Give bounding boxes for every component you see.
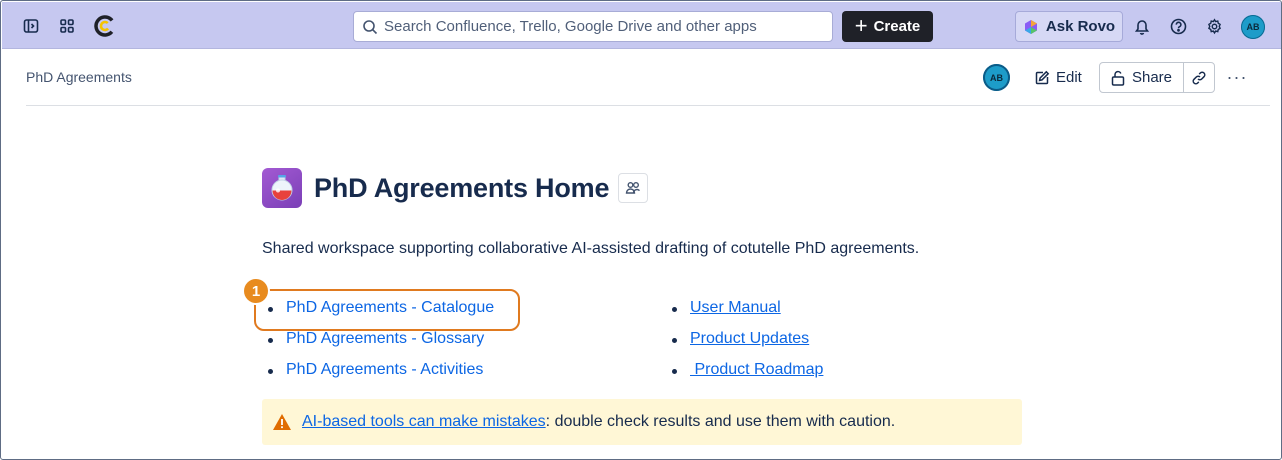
- top-navigation: + Create Ask Rovo AB: [2, 2, 1281, 49]
- help-icon[interactable]: [1165, 13, 1191, 39]
- sidebar-toggle-icon[interactable]: [18, 13, 44, 39]
- warning-panel: AI-based tools can make mistakes : doubl…: [262, 399, 1022, 445]
- edit-button[interactable]: Edit: [1028, 63, 1090, 92]
- link-icon: [1191, 70, 1207, 86]
- ask-rovo-button[interactable]: Ask Rovo: [1015, 11, 1123, 42]
- collaborator-avatar[interactable]: AB: [983, 64, 1010, 91]
- app-switcher-icon[interactable]: [54, 13, 80, 39]
- page-intro-text: Shared workspace supporting collaborativ…: [262, 240, 920, 257]
- product-updates-link[interactable]: Product Updates: [690, 330, 809, 347]
- ask-rovo-label: Ask Rovo: [1045, 18, 1116, 35]
- pencil-icon: [1034, 70, 1050, 86]
- user-manual-link[interactable]: User Manual: [690, 299, 781, 316]
- page-title: PhD Agreements Home: [314, 172, 610, 203]
- search-box[interactable]: [353, 11, 833, 42]
- page-title-row: PhD Agreements Home: [262, 168, 649, 208]
- user-avatar[interactable]: AB: [1241, 15, 1265, 39]
- list-item: Product Updates: [666, 330, 823, 361]
- people-icon: [625, 180, 641, 196]
- header-divider: [26, 105, 1270, 106]
- glossary-link[interactable]: PhD Agreements - Glossary: [286, 330, 484, 347]
- app-window: + Create Ask Rovo AB PhD Agreements AB: [0, 0, 1282, 460]
- search-input[interactable]: [378, 12, 832, 41]
- breadcrumb[interactable]: PhD Agreements: [26, 69, 132, 85]
- plus-icon: +: [854, 12, 868, 38]
- unlock-icon: [1111, 70, 1125, 86]
- share-group: Share: [1099, 62, 1215, 93]
- create-button-label: Create: [873, 18, 921, 35]
- share-button[interactable]: Share: [1100, 63, 1184, 92]
- edit-button-label: Edit: [1056, 69, 1082, 86]
- resource-links-list: User Manual Product Updates Product Road…: [666, 299, 823, 392]
- page-header: PhD Agreements AB Edit Share ···: [2, 49, 1281, 106]
- list-item: PhD Agreements - Activities: [262, 361, 494, 392]
- confluence-logo-icon[interactable]: [92, 13, 118, 39]
- list-item: PhD Agreements - Glossary: [262, 330, 494, 361]
- list-item: User Manual: [666, 299, 823, 330]
- settings-gear-icon[interactable]: [1201, 13, 1227, 39]
- rovo-icon: [1023, 19, 1039, 35]
- warning-icon: [272, 413, 292, 431]
- ai-mistakes-link[interactable]: AI-based tools can make mistakes: [302, 413, 546, 431]
- search-icon: [362, 19, 378, 35]
- notifications-bell-icon[interactable]: [1129, 13, 1155, 39]
- collaborators-button[interactable]: [618, 173, 649, 203]
- create-button[interactable]: + Create: [842, 11, 933, 42]
- annotation-highlight: [254, 289, 520, 331]
- list-item: Product Roadmap: [666, 361, 823, 392]
- step-number-badge: 1: [244, 279, 268, 303]
- activities-link[interactable]: PhD Agreements - Activities: [286, 361, 483, 378]
- copy-link-button[interactable]: [1184, 63, 1214, 92]
- share-button-label: Share: [1131, 69, 1173, 86]
- product-roadmap-link[interactable]: Product Roadmap: [690, 361, 823, 378]
- more-actions-button[interactable]: ···: [1224, 65, 1250, 89]
- potion-emoji-icon[interactable]: [262, 168, 302, 208]
- warning-text: : double check results and use them with…: [545, 413, 896, 430]
